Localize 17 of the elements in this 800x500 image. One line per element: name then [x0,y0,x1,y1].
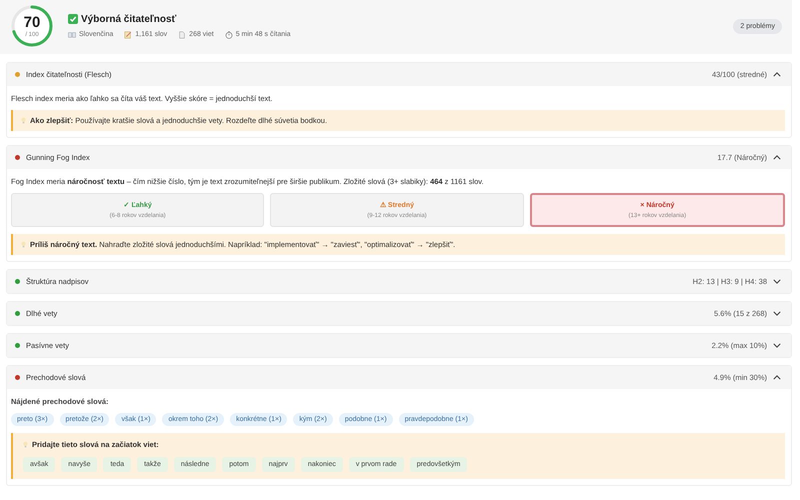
book-icon [68,30,76,38]
stopwatch-icon [224,30,233,38]
memo-icon [124,30,132,38]
summary-title: Výborná čitateľnosť [81,14,176,24]
lightbulb-icon [21,117,26,124]
document-icon [178,30,186,38]
chevron-up-icon[interactable] [773,155,781,160]
checkbox-icon [68,14,78,24]
chevron-up-icon[interactable] [773,72,781,77]
score-ring [10,4,54,48]
chevron-down-icon[interactable] [773,279,781,284]
lightbulb-icon [23,441,28,448]
chevron-up-icon[interactable] [773,375,781,380]
score-value: 70 [24,14,40,30]
chevron-down-icon[interactable] [773,311,781,316]
lightbulb-icon [21,241,26,248]
chevron-down-icon[interactable] [773,343,781,348]
